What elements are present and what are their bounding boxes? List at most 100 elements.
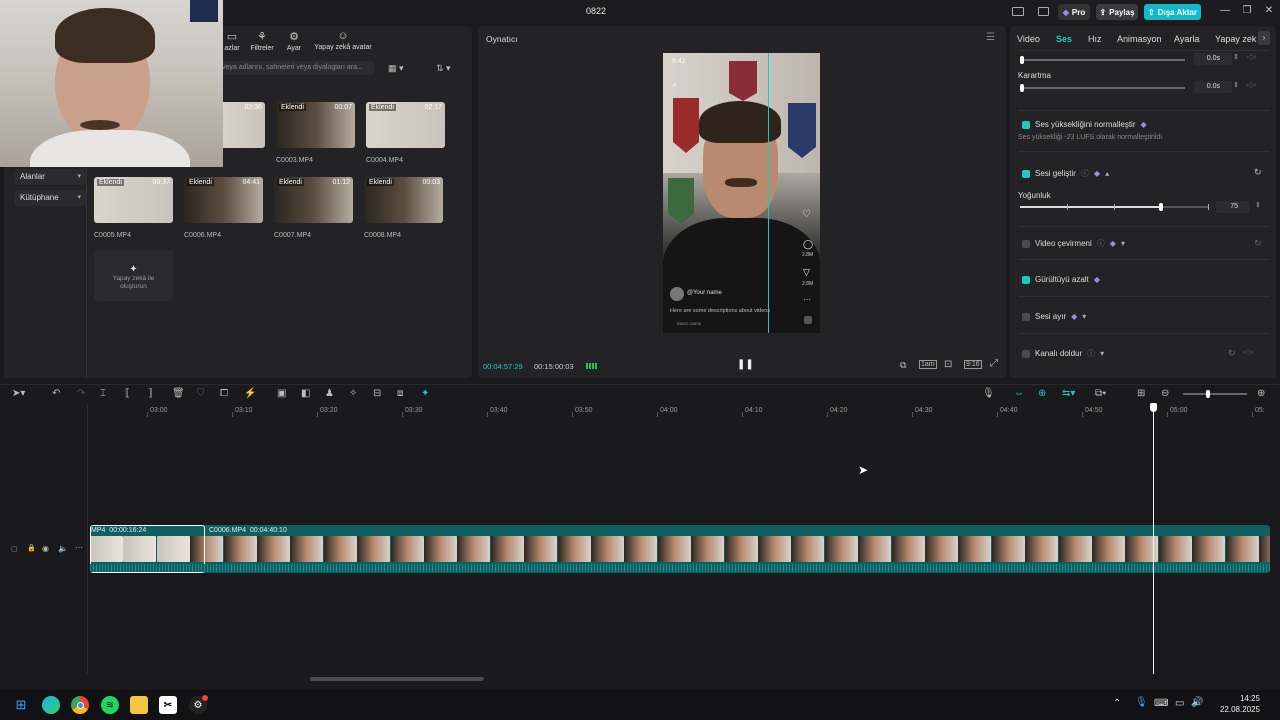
clip-thumbnail[interactable]: 02:36: [216, 102, 265, 148]
mirror-icon[interactable]: ◧: [301, 388, 310, 399]
network-icon[interactable]: ▭: [1175, 698, 1184, 709]
eye-icon[interactable]: ◉: [42, 544, 49, 553]
horizontal-scrollbar[interactable]: [310, 677, 484, 681]
freeze-icon[interactable]: ▣: [277, 388, 286, 399]
shortcut-icon[interactable]: [1038, 7, 1049, 16]
sort-icon[interactable]: ⇅ ▾: [436, 63, 451, 74]
tab-ayarla[interactable]: Ayarla: [1174, 34, 1199, 44]
translate-toggle[interactable]: Video çevirmeni ⓘ ◆ ▾: [1022, 238, 1125, 249]
checkbox[interactable]: [1022, 349, 1030, 358]
denoise-toggle[interactable]: Gürültüyü azalt ◆: [1022, 275, 1100, 284]
keyframe-icon[interactable]: ‹◇›: [1246, 53, 1256, 61]
sidebar-item-alanlar[interactable]: Alanlar ▾: [14, 169, 86, 185]
keyframe-icon[interactable]: ‹◇›: [1246, 81, 1256, 89]
zoom-in-icon[interactable]: ⊕: [1257, 388, 1265, 399]
split-left-icon[interactable]: ⟦: [125, 388, 130, 399]
redo-icon[interactable]: ↷: [77, 388, 85, 399]
lock-icon[interactable]: 🔒: [27, 544, 36, 552]
preview-video[interactable]: 9:41 ⌕ ♡ ◯ 2.8M ▽ 2.8M ⋯ @Your name Here…: [663, 53, 820, 333]
spotify-icon[interactable]: ≋: [101, 696, 119, 714]
tab-animasyon[interactable]: Animasyon: [1117, 34, 1162, 44]
chevron-down-icon[interactable]: ▾: [1082, 312, 1086, 321]
checkbox[interactable]: [1022, 239, 1030, 248]
export-button[interactable]: ⇧ Dışa Aktar: [1144, 4, 1201, 20]
separate-toggle[interactable]: Sesi ayır ◆ ▾: [1022, 312, 1086, 321]
playhead[interactable]: [1153, 404, 1154, 674]
ratio-icon[interactable]: ⧉: [900, 360, 906, 371]
clip-thumbnail[interactable]: Eklendi 04:41: [184, 177, 263, 223]
tool-captions[interactable]: ▭ azlar: [222, 30, 242, 52]
layout-icon[interactable]: [1012, 7, 1024, 16]
fade-in-slider[interactable]: [1020, 56, 1185, 64]
sidebar-item-kutuphane[interactable]: Kütüphane ▾: [14, 190, 86, 206]
keyboard-icon[interactable]: ⌨: [1154, 698, 1168, 709]
tool-filters[interactable]: ⚘ Filtreler: [247, 30, 277, 52]
shield-icon[interactable]: ⛉: [197, 388, 205, 399]
stepper-icon[interactable]: ⇕: [1233, 53, 1239, 61]
preview-axis-icon[interactable]: ⧉▾: [1095, 388, 1106, 399]
fade-in-value[interactable]: 0.0s: [1194, 53, 1232, 65]
media-clip[interactable]: Eklendi 01:12 C0007.MP4: [274, 177, 353, 239]
speed-icon[interactable]: ⚡: [244, 388, 256, 399]
chevron-down-icon[interactable]: ▾: [1121, 239, 1125, 248]
clip-thumbnail[interactable]: Eklendi 00:37: [94, 177, 173, 223]
caption-tool-icon[interactable]: ⊟: [373, 388, 381, 399]
undo-icon[interactable]: ↶: [52, 388, 60, 399]
more-icon[interactable]: ⋯: [75, 543, 83, 552]
ai-tool-icon[interactable]: ✦: [421, 388, 429, 399]
track-cover-icon[interactable]: ▢: [11, 545, 18, 553]
file-explorer-icon[interactable]: [130, 696, 148, 714]
caption-track-icon[interactable]: ⊞: [1137, 388, 1145, 399]
delete-icon[interactable]: 🗑: [172, 388, 185, 399]
windows-start-icon[interactable]: ⊞: [12, 696, 30, 714]
tab-yapay-zek[interactable]: Yapay zek: [1215, 34, 1256, 44]
zoom-out-icon[interactable]: ⊖: [1161, 388, 1169, 399]
clip-thumbnail[interactable]: Eklendi 00:07: [276, 102, 355, 148]
clip-thumbnail[interactable]: Eklendi 02:17: [366, 102, 445, 148]
speaker-icon[interactable]: 🔈: [58, 544, 68, 553]
tab-video[interactable]: Video: [1017, 34, 1040, 44]
split-icon[interactable]: ⌶: [100, 388, 106, 399]
cutout-icon[interactable]: ♟: [325, 388, 334, 399]
edge-icon[interactable]: [42, 696, 60, 714]
media-clip[interactable]: Eklendi 00:37 C0005.MP4: [94, 177, 173, 239]
clip-thumbnail[interactable]: Eklendi 01:12: [274, 177, 353, 223]
media-clip[interactable]: Eklendi 00:03 C0008.MP4: [364, 177, 443, 239]
microphone-icon[interactable]: 🎙: [982, 388, 995, 399]
zoom-slider[interactable]: [1183, 390, 1247, 398]
close-icon[interactable]: ✕: [1260, 5, 1278, 19]
media-clip[interactable]: 02:36: [216, 102, 265, 148]
checkbox[interactable]: [1022, 169, 1030, 178]
menu-icon[interactable]: ☰: [986, 32, 995, 43]
intensity-slider[interactable]: [1020, 203, 1209, 211]
chrome-icon[interactable]: [71, 696, 89, 714]
keyframe-icon[interactable]: ‹◇›: [1243, 348, 1253, 356]
mic-tray-icon[interactable]: 🎙: [1135, 697, 1148, 708]
focus-icon[interactable]: ⊡: [944, 359, 952, 370]
link-icon[interactable]: ⇔: [1014, 388, 1024, 399]
media-clip[interactable]: Eklendi 00:07 C0003.MP4: [276, 102, 355, 164]
aspect-ratio-icon[interactable]: 9:16: [964, 360, 982, 369]
minimize-icon[interactable]: —: [1216, 5, 1234, 19]
export-frame-icon[interactable]: ⧈: [397, 388, 403, 399]
checkbox[interactable]: [1022, 120, 1030, 129]
reset-icon[interactable]: ↻: [1254, 167, 1262, 178]
media-clip[interactable]: Eklendi 02:17 C0004.MP4: [366, 102, 445, 164]
share-button[interactable]: ⇪ Paylaş: [1096, 4, 1138, 20]
grid-view-icon[interactable]: ▦ ▾: [388, 63, 404, 74]
normalize-toggle[interactable]: Ses yüksekliğini normalleştir ◆: [1022, 120, 1147, 129]
reset-icon[interactable]: ↻: [1228, 348, 1236, 359]
chevron-up-icon[interactable]: ⌃: [1113, 698, 1121, 709]
crop-icon[interactable]: 1am: [919, 360, 937, 369]
chevron-down-icon[interactable]: ▾: [1100, 349, 1104, 358]
playhead-handle[interactable]: [1150, 403, 1157, 412]
fullscreen-icon[interactable]: ⤢: [990, 358, 998, 369]
capcut-icon[interactable]: ✂: [159, 696, 177, 714]
enhance-toggle[interactable]: Sesi geliştir ⓘ ◆ ▴: [1022, 168, 1109, 179]
stepper-icon[interactable]: ⇕: [1233, 81, 1239, 89]
pro-button[interactable]: ◆ Pro: [1058, 4, 1090, 20]
tab-hız[interactable]: Hız: [1088, 34, 1102, 44]
tool-ai-avatar[interactable]: ☺ Yapay zekâ avatar: [312, 30, 374, 51]
tab-ses[interactable]: Ses: [1056, 34, 1072, 44]
volume-icon[interactable]: 🔊: [1191, 697, 1203, 708]
